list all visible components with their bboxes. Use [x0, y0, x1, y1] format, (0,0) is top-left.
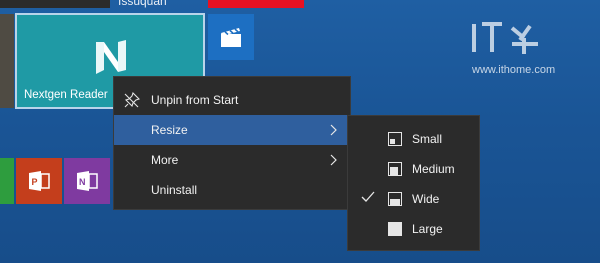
resize-option-small[interactable]: Small — [348, 124, 479, 154]
chevron-right-icon — [330, 154, 337, 166]
ithome-logo-icon — [472, 22, 538, 54]
powerpoint-tile[interactable]: P — [16, 158, 62, 204]
menu-item-label: Resize — [151, 123, 188, 137]
partial-tile-left[interactable] — [0, 14, 14, 108]
movies-tv-tile[interactable] — [208, 14, 254, 60]
onenote-tile[interactable]: N — [64, 158, 110, 204]
menu-item-resize[interactable]: Resize — [114, 115, 350, 145]
medium-size-icon — [388, 162, 402, 176]
large-size-icon — [388, 222, 402, 236]
checkmark-icon — [361, 191, 375, 202]
small-size-icon — [388, 132, 402, 146]
resize-option-wide[interactable]: Wide — [348, 184, 479, 214]
resize-option-label: Medium — [412, 162, 455, 176]
powerpoint-icon: P — [29, 171, 50, 191]
wide-size-icon — [388, 192, 402, 206]
svg-text:P: P — [32, 177, 38, 187]
photo-tile[interactable] — [0, 0, 110, 8]
nextgen-reader-logo-icon — [96, 40, 126, 74]
ithome-url: www.ithome.com — [472, 64, 556, 76]
menu-item-label: Uninstall — [151, 183, 198, 197]
partial-tile-green[interactable] — [0, 158, 14, 204]
menu-item-label: Unpin from Start — [151, 93, 239, 107]
resize-submenu: Small Medium Wide Large — [347, 115, 480, 251]
tile-name: Nextgen Reader — [24, 89, 108, 101]
unpin-icon — [124, 92, 140, 108]
resize-option-label: Large — [412, 222, 443, 236]
user-label: Issuquan — [118, 0, 167, 8]
resize-option-medium[interactable]: Medium — [348, 154, 479, 184]
menu-item-uninstall[interactable]: Uninstall — [114, 175, 350, 205]
menu-item-more[interactable]: More — [114, 145, 350, 175]
clapperboard-icon — [221, 28, 241, 47]
ithome-watermark-logo — [468, 20, 548, 63]
onenote-icon: N — [77, 171, 98, 191]
chevron-right-icon — [330, 124, 337, 136]
tile-context-menu: Unpin from Start Resize More Uninstall — [113, 76, 351, 210]
resize-option-label: Wide — [412, 192, 440, 206]
red-tile[interactable] — [208, 0, 304, 8]
resize-option-large[interactable]: Large — [348, 214, 479, 244]
resize-option-label: Small — [412, 132, 443, 146]
menu-item-label: More — [151, 153, 179, 167]
menu-item-unpin-from-start[interactable]: Unpin from Start — [114, 85, 350, 115]
svg-text:N: N — [79, 177, 86, 187]
